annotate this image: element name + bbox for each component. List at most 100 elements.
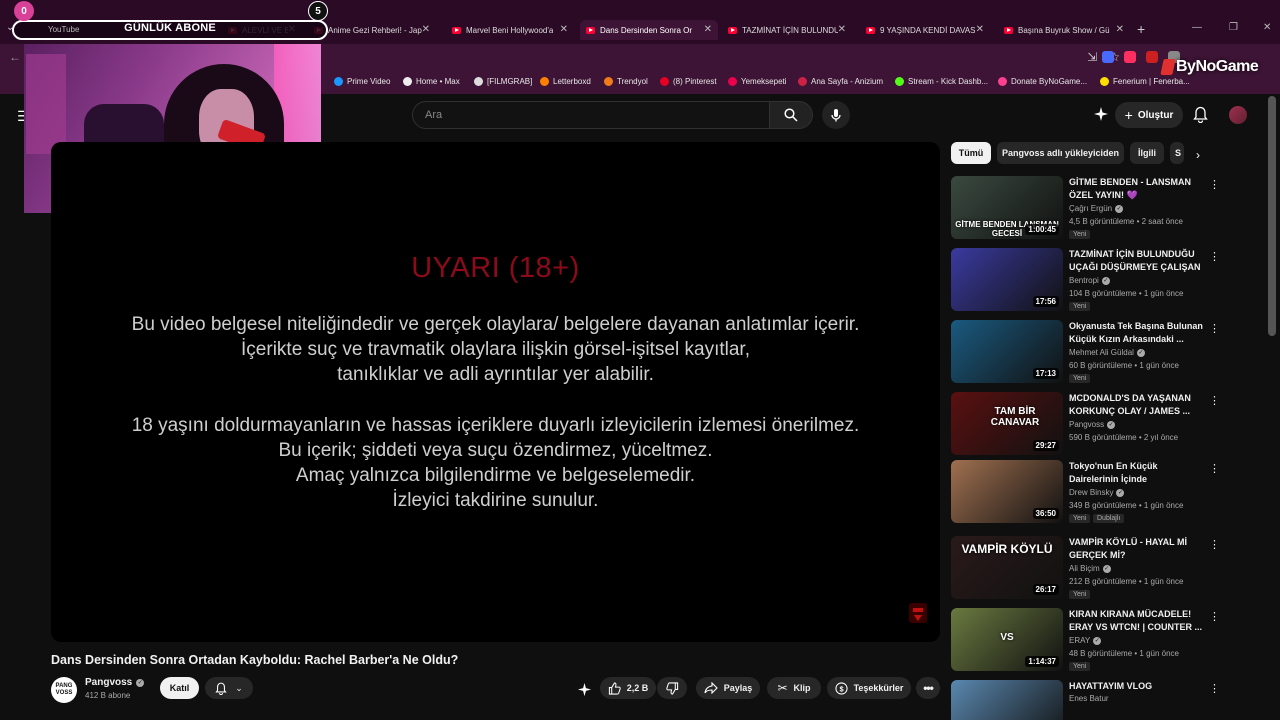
channel-name[interactable]: Pangvoss ✓	[85, 677, 145, 688]
more-options-icon[interactable]: ⋮	[1209, 394, 1220, 407]
more-options-icon[interactable]: ⋮	[1209, 610, 1220, 623]
install-app-icon[interactable]: ⇲	[1087, 50, 1097, 64]
video-thumbnail[interactable]: TAM BİR CANAVAR 29:27	[951, 392, 1063, 455]
adblock-icon[interactable]	[1146, 51, 1158, 63]
close-tab-icon[interactable]: ✕	[838, 24, 846, 35]
video-thumbnail[interactable]: 36:50	[951, 460, 1063, 523]
notifications-bell-icon[interactable]	[1193, 106, 1208, 123]
extension-icon[interactable]	[1124, 51, 1136, 63]
bookmark-item[interactable]: Ana Sayfa - Anizium	[798, 77, 883, 86]
recommendation-item[interactable]: HAYATTAYIM VLOG Enes Batur ⋮	[951, 680, 1221, 720]
recommendation-channel[interactable]: Enes Batur	[1069, 694, 1109, 703]
recommendation-channel[interactable]: ERAY ✓	[1069, 636, 1102, 645]
back-icon[interactable]: ←	[9, 50, 21, 64]
bookmark-item[interactable]: Home • Max	[403, 77, 460, 86]
recommendation-title[interactable]: Tokyo'nun En Küçük Dairelerinin İçinde	[1069, 460, 1207, 486]
recommendation-title[interactable]: MCDONALD'S DA YAŞANAN KORKUNÇ OLAY / JAM…	[1069, 392, 1207, 418]
more-options-icon[interactable]: ⋮	[1209, 178, 1220, 191]
new-badge: Yeni	[1069, 514, 1091, 523]
recommendation-title[interactable]: VAMPİR KÖYLÜ - HAYAL Mİ GERÇEK Mİ?	[1069, 536, 1207, 562]
browser-tab[interactable]: Marvel Beni Hollywood'a ✕	[446, 20, 574, 40]
bookmark-item[interactable]: Trendyol	[604, 77, 648, 86]
recommendation-item[interactable]: TAM BİR CANAVAR 29:27 MCDONALD'S DA YAŞANA…	[951, 392, 1221, 456]
extension-icon[interactable]	[1102, 51, 1114, 63]
user-avatar[interactable]	[1229, 106, 1247, 124]
recommendation-channel[interactable]: Drew Binsky ✓	[1069, 488, 1125, 497]
recommendation-channel[interactable]: Mehmet Ali Güldal ✓	[1069, 348, 1145, 357]
close-window-icon[interactable]: ✕	[1263, 22, 1271, 33]
search-input[interactable]	[413, 102, 769, 128]
more-actions-button[interactable]: •••	[916, 677, 940, 699]
search-button[interactable]	[769, 101, 813, 129]
bookmark-item[interactable]: Stream - Kick Dashb...	[895, 77, 988, 86]
page-scrollbar[interactable]	[1268, 96, 1276, 336]
video-thumbnail[interactable]: GİTME BENDEN LANSMAN GECESİ 1:00:45	[951, 176, 1063, 239]
bookmark-item[interactable]: Prime Video	[334, 77, 390, 86]
bookmark-item[interactable]: Fenerium | Fenerba...	[1100, 77, 1190, 86]
browser-tab[interactable]: 9 YAŞINDA KENDİ DAVAS ✕	[860, 20, 990, 40]
chip-from-uploader[interactable]: Pangvoss adlı yükleyiciden	[997, 142, 1124, 164]
chip-all[interactable]: Tümü	[951, 142, 991, 164]
join-button[interactable]: Katıl	[160, 677, 199, 699]
recommendation-item[interactable]: 17:13 Okyanusta Tek Başına Bulunan Küçük …	[951, 320, 1221, 384]
bookmark-item[interactable]: Donate ByNoGame...	[998, 77, 1087, 86]
video-player[interactable]: UYARI (18+) Bu video belgesel niteliğind…	[51, 142, 940, 642]
video-thumbnail[interactable]: 17:13	[951, 320, 1063, 383]
maximize-icon[interactable]: ❐	[1229, 22, 1238, 33]
bookmark-item[interactable]: Yemeksepeti	[728, 77, 787, 86]
close-tab-icon[interactable]: ✕	[704, 24, 712, 35]
video-thumbnail[interactable]: 17:56	[951, 248, 1063, 311]
thumbnail-text: VAMPİR KÖYLÜ	[961, 542, 1053, 556]
recommendation-channel[interactable]: Ali Biçim ✓	[1069, 564, 1111, 573]
browser-tab-label: Dans Dersinden Sonra Or	[600, 25, 693, 35]
close-tab-icon[interactable]: ✕	[560, 24, 568, 35]
chevron-right-icon[interactable]: ›	[1196, 148, 1200, 162]
minimize-icon[interactable]: —	[1192, 22, 1202, 33]
video-thumbnail[interactable]	[951, 680, 1063, 720]
channel-avatar[interactable]: PANG VOSS	[51, 677, 77, 703]
voice-search-button[interactable]	[822, 101, 850, 129]
browser-tab[interactable]: Dans Dersinden Sonra Or ✕	[580, 20, 718, 40]
video-thumbnail[interactable]: VS 1:14:37	[951, 608, 1063, 671]
like-button[interactable]: 2,2 B	[600, 677, 656, 699]
recommendation-item[interactable]: VS 1:14:37 KIRAN KIRANA MÜCADELE! ERAY VS …	[951, 608, 1221, 672]
create-button[interactable]: + Oluştur	[1115, 102, 1183, 128]
browser-tab[interactable]: Başına Buyruk Show / Gü ✕	[998, 20, 1130, 40]
chip-related[interactable]: İlgili	[1130, 142, 1164, 164]
chip-more[interactable]: S	[1170, 142, 1184, 164]
ask-ai-sparkle-icon[interactable]	[577, 682, 592, 697]
premium-sparkle-icon[interactable]	[1093, 106, 1109, 122]
thanks-button[interactable]: $ Teşekkürler	[827, 677, 911, 699]
recommendation-title[interactable]: HAYATTAYIM VLOG	[1069, 680, 1207, 693]
recommendation-title[interactable]: TAZMİNAT İÇİN BULUNDUĞU UÇAĞI DÜŞÜRMEYE …	[1069, 248, 1207, 274]
browser-tab[interactable]: TAZMİNAT İÇİN BULUNDU ✕	[722, 20, 852, 40]
close-tab-icon[interactable]: ✕	[976, 24, 984, 35]
video-thumbnail[interactable]: VAMPİR KÖYLÜ 26:17	[951, 536, 1063, 599]
recommendation-channel[interactable]: Bentropi ✓	[1069, 276, 1110, 285]
more-options-icon[interactable]: ⋮	[1209, 250, 1220, 263]
recommendation-item[interactable]: GİTME BENDEN LANSMAN GECESİ 1:00:45 GİTME …	[951, 176, 1221, 240]
recommendation-title[interactable]: Okyanusta Tek Başına Bulunan Küçük Kızın…	[1069, 320, 1207, 346]
new-tab-icon[interactable]: +	[1137, 21, 1145, 37]
recommendation-title[interactable]: GİTME BENDEN - LANSMAN ÖZEL YAYIN! 💜	[1069, 176, 1207, 202]
recommendation-item[interactable]: 17:56 TAZMİNAT İÇİN BULUNDUĞU UÇAĞI DÜŞÜR…	[951, 248, 1221, 312]
more-options-icon[interactable]: ⋮	[1209, 538, 1220, 551]
more-options-icon[interactable]: ⋮	[1209, 682, 1220, 695]
recommendation-channel[interactable]: Pangvoss ✓	[1069, 420, 1116, 429]
clip-button[interactable]: ✂ Klip	[767, 677, 821, 699]
more-options-icon[interactable]: ⋮	[1209, 462, 1220, 475]
recommendation-item[interactable]: 36:50 Tokyo'nun En Küçük Dairelerinin İçi…	[951, 460, 1221, 524]
dislike-button[interactable]	[657, 677, 687, 699]
channel-watermark-icon[interactable]	[908, 602, 928, 624]
close-tab-icon[interactable]: ✕	[1116, 24, 1124, 35]
more-options-icon[interactable]: ⋮	[1209, 322, 1220, 335]
close-tab-icon[interactable]: ✕	[422, 24, 430, 35]
recommendation-title[interactable]: KIRAN KIRANA MÜCADELE! ERAY VS WTCN! | C…	[1069, 608, 1207, 634]
recommendation-item[interactable]: VAMPİR KÖYLÜ 26:17 VAMPİR KÖYLÜ - HAYAL Mİ…	[951, 536, 1221, 600]
recommendation-channel[interactable]: Çağrı Ergün ✓	[1069, 204, 1124, 213]
bookmark-item[interactable]: (8) Pinterest	[660, 77, 717, 86]
bookmark-item[interactable]: Letterboxd	[540, 77, 591, 86]
share-button[interactable]: Paylaş	[696, 677, 760, 699]
subscribe-bell-button[interactable]: ⌄	[205, 677, 253, 699]
bookmark-item[interactable]: [FILMGRAB]	[474, 77, 532, 86]
